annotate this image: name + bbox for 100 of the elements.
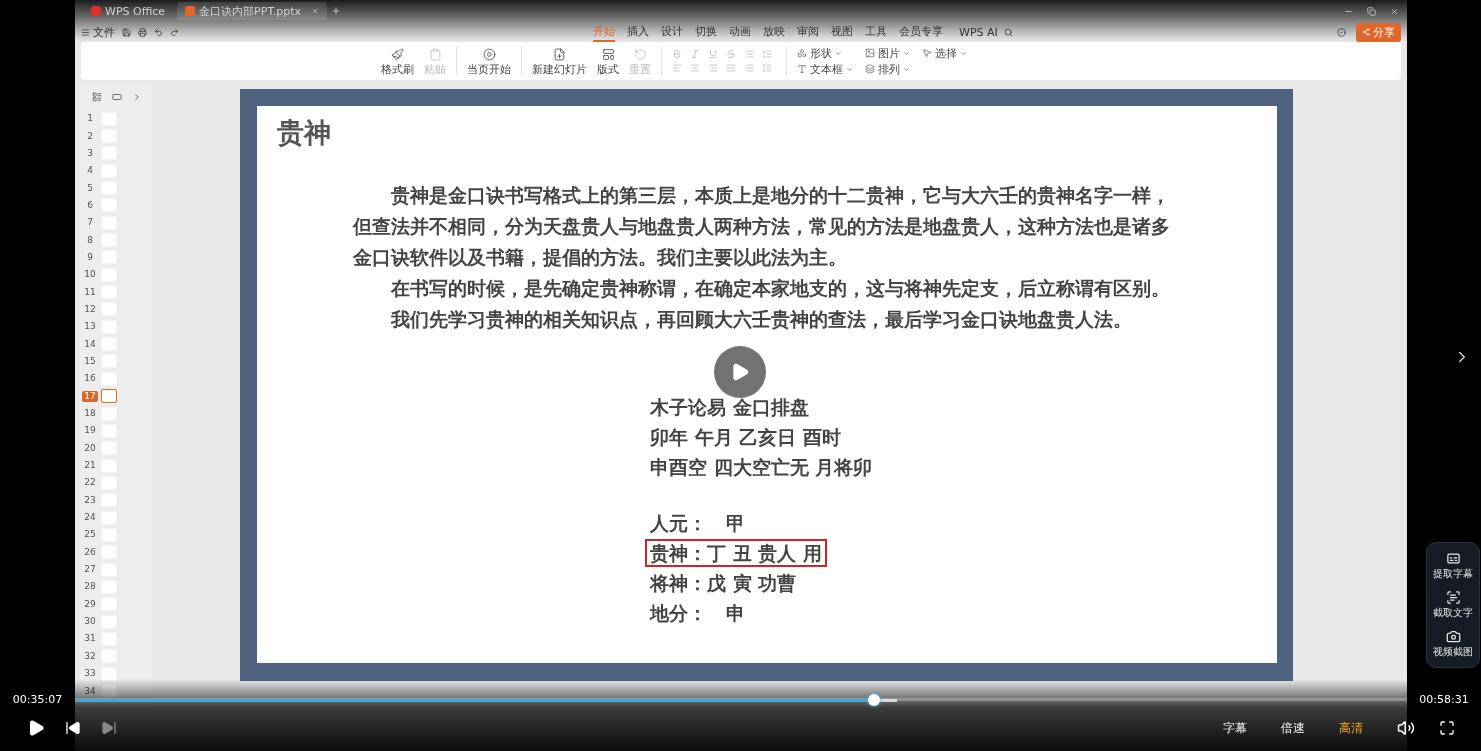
tool-button[interactable]: 提取字幕 (1433, 551, 1473, 582)
fullscreen-icon[interactable] (1439, 720, 1455, 736)
ribbon-button[interactable]: 选择 (922, 46, 967, 60)
player-option[interactable]: 字幕 (1223, 719, 1247, 737)
strikethrough-icon[interactable] (726, 49, 736, 59)
scan-text-icon (1445, 590, 1461, 605)
volume-icon[interactable] (1397, 719, 1415, 737)
slide-number: 32 (83, 650, 97, 662)
player-option[interactable]: 倍速 (1281, 719, 1305, 737)
info-line: 将神：戊 寅 功曹 (648, 571, 798, 596)
ribbon-tab[interactable]: 切换 (695, 22, 717, 42)
print-icon[interactable] (138, 27, 147, 37)
tool-button[interactable]: 视频截图 (1433, 628, 1473, 659)
ribbon-button[interactable]: 形状 (797, 46, 853, 60)
caret-icon (960, 49, 967, 57)
align-left-icon[interactable] (672, 63, 682, 73)
slide-number: 11 (83, 286, 97, 298)
ribbon-tab[interactable]: 设计 (661, 22, 683, 42)
ribbon-button[interactable]: 格式刷 (381, 47, 414, 75)
close-icon[interactable] (311, 7, 320, 15)
slide-view-icon[interactable] (112, 92, 122, 102)
tool-button[interactable]: 截取文字 (1433, 590, 1473, 620)
ribbon-tab[interactable]: 插入 (627, 22, 649, 42)
search-icon[interactable] (1003, 27, 1013, 37)
slide-thumbnail[interactable] (101, 389, 117, 404)
slide-number: 31 (83, 633, 97, 645)
info-line: 地分： 申 (648, 601, 746, 626)
paintbrush-icon (391, 47, 404, 61)
align-center-icon[interactable] (690, 63, 700, 73)
numbered-list-icon[interactable] (762, 49, 772, 59)
ribbon-tab[interactable]: 视图 (831, 22, 853, 42)
close-icon[interactable] (1390, 6, 1399, 16)
skip-back-icon[interactable] (65, 720, 81, 736)
text-icon (797, 64, 807, 74)
ribbon-tab[interactable]: 工具 (865, 22, 887, 42)
slide-number: 5 (86, 182, 94, 194)
slide-number: 9 (86, 251, 94, 263)
skip-forward-icon[interactable] (101, 720, 117, 736)
menu-icon (81, 27, 90, 37)
slide-number: 28 (83, 581, 97, 593)
new-tab-icon[interactable] (331, 6, 342, 16)
app-tab[interactable]: 金口诀内部PPT.pptx (177, 2, 328, 20)
slide-number: 4 (86, 165, 94, 177)
slide-number: 2 (86, 130, 94, 142)
play-overlay-button[interactable] (714, 346, 766, 398)
slide-number: 10 (83, 269, 97, 281)
bold-icon[interactable] (672, 49, 682, 59)
play-circle-icon (482, 47, 496, 61)
underline-icon[interactable] (708, 49, 718, 59)
slide-number: 14 (83, 338, 97, 350)
ai-button[interactable]: WPS AI (959, 25, 998, 39)
bullet-list-icon[interactable] (744, 49, 754, 59)
italic-icon[interactable] (690, 49, 700, 59)
slide-number: 13 (83, 321, 97, 333)
ribbon-tab[interactable]: 放映 (763, 22, 785, 42)
numbered-list-icon[interactable] (762, 63, 772, 73)
redo-icon[interactable] (170, 27, 179, 37)
bullet-list-icon[interactable] (744, 63, 754, 73)
align-right-icon[interactable] (708, 63, 718, 73)
document-icon (185, 6, 196, 16)
restore-icon[interactable] (1367, 6, 1376, 16)
progress-track[interactable] (75, 694, 1407, 706)
ribbon-tab[interactable]: 审阅 (797, 22, 819, 42)
ribbon-tab[interactable]: 会员专享 (899, 22, 943, 42)
slide-number: 23 (83, 494, 97, 506)
ribbon-button[interactable]: 当页开始 (467, 47, 511, 75)
ribbon-button[interactable]: 文本框 (797, 62, 853, 76)
layers-icon (865, 64, 875, 74)
slide-number: 20 (83, 442, 97, 454)
ribbon-button[interactable]: 新建幻灯片 (532, 47, 587, 75)
camera-icon (1445, 628, 1461, 644)
slide-number: 22 (83, 477, 97, 489)
slide-number: 25 (83, 529, 97, 541)
slide-number: 15 (83, 356, 97, 367)
check-circle-icon[interactable] (1337, 27, 1346, 37)
slide-number: 3 (86, 147, 94, 159)
app-tab[interactable]: WPS Office (83, 2, 174, 20)
ribbon-tab[interactable]: 动画 (729, 22, 751, 42)
slide-number: 34 (83, 685, 97, 697)
play-icon[interactable] (27, 719, 45, 737)
align-justify-icon[interactable] (726, 63, 736, 73)
info-line: 卯年 午月 乙亥日 酉时 (649, 425, 842, 450)
list-view-icon[interactable] (92, 92, 102, 102)
slide-number: 18 (83, 408, 97, 419)
slide-title: 贵神 (277, 116, 332, 150)
ribbon-button[interactable]: 版式 (597, 47, 619, 75)
slide-number: 27 (83, 564, 97, 576)
info-line: 人元： 甲 (649, 511, 746, 536)
save-icon[interactable] (122, 27, 131, 37)
player-option[interactable]: 高清 (1339, 719, 1363, 737)
slide-number: 29 (83, 598, 97, 610)
slide-paragraph: 在书写的时候，是先确定贵神称谓，在确定本家地支的，这与将神先定支，后立称谓有区别。 (389, 276, 1171, 301)
ribbon-button[interactable]: 图片 (865, 46, 910, 60)
file-plus-icon (553, 47, 566, 61)
slide-number: 7 (86, 217, 94, 229)
ribbon-button[interactable]: 排列 (865, 62, 910, 76)
file-menu[interactable]: 文件 (81, 24, 115, 40)
undo-icon[interactable] (154, 27, 163, 37)
slide-number: 30 (83, 616, 97, 628)
slide-number: 12 (83, 303, 97, 315)
